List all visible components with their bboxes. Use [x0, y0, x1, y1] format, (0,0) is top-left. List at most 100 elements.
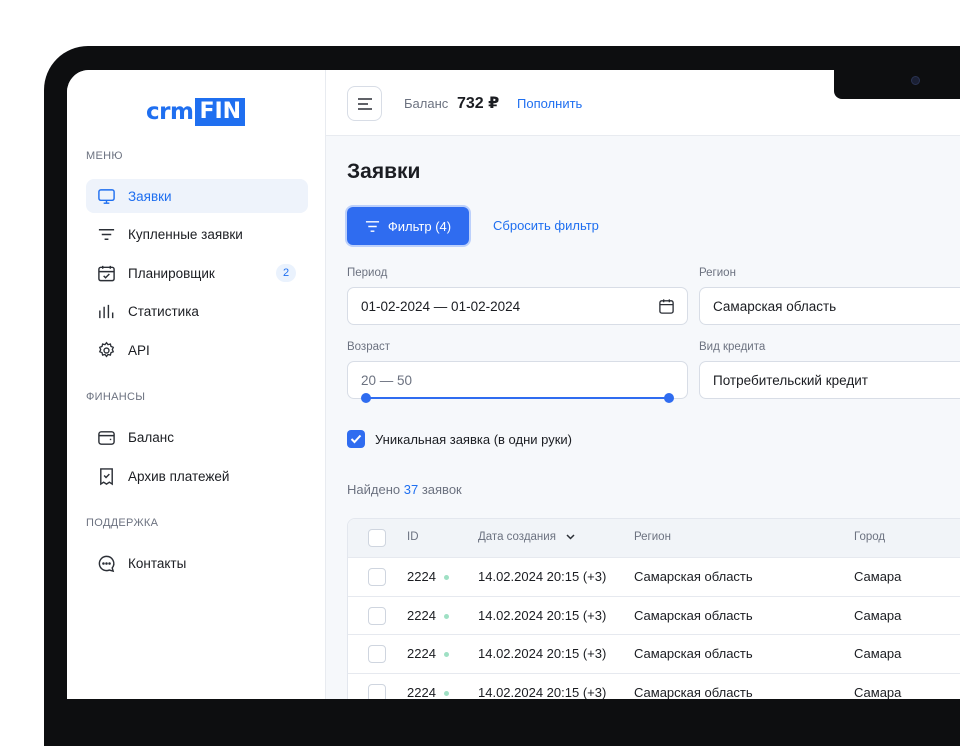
cell-city: Самара [854, 685, 902, 699]
chat-icon [96, 553, 116, 573]
row-checkbox[interactable] [368, 684, 386, 699]
logo-fin-text: FIN [195, 98, 246, 126]
row-checkbox[interactable] [368, 645, 386, 663]
table-header: ID Дата создания Регион Город [348, 519, 960, 557]
sidebar-item-label: Планировщик [128, 265, 215, 281]
cell-date: 14.02.2024 20:15 (+3) [478, 685, 607, 699]
age-range-field[interactable]: 20 — 50 [347, 361, 688, 399]
section-title-finance: ФИНАНСЫ [86, 391, 146, 403]
age-slider-max-handle[interactable] [664, 393, 674, 403]
calendar-check-icon [96, 263, 116, 283]
cell-id: 2224 [407, 569, 436, 584]
age-value: 20 — 50 [361, 372, 413, 388]
results-count: Найдено 37 заявок [347, 482, 462, 497]
filter-icon [365, 220, 379, 232]
sidebar-item-label: API [128, 342, 150, 358]
cell-date: 14.02.2024 20:15 (+3) [478, 646, 607, 661]
credit-type-label: Вид кредита [699, 341, 766, 353]
logo-crm-text: crm [146, 99, 194, 125]
cell-id: 2224 [407, 646, 436, 661]
camera-icon [911, 76, 920, 85]
topup-link[interactable]: Пополнить [517, 96, 582, 111]
sidebar-item-label: Контакты [128, 555, 187, 571]
region-label: Регион [699, 267, 736, 279]
filter-button[interactable]: Фильтр (4) [347, 207, 469, 245]
sidebar-item-planner[interactable]: Планировщик 2 [86, 256, 308, 290]
column-header-id[interactable]: ID [407, 531, 419, 543]
column-header-date[interactable]: Дата создания [478, 531, 556, 543]
section-title-support: ПОДДЕРЖКА [86, 517, 159, 529]
cell-region: Самарская область [634, 569, 753, 584]
age-label: Возраст [347, 341, 391, 353]
receipt-icon [96, 466, 116, 486]
filter-button-label: Фильтр (4) [387, 218, 452, 234]
column-header-region[interactable]: Регион [634, 531, 671, 543]
main-content: Баланс 732 ₽ Пополнить Заявки Фильтр (4)… [326, 70, 960, 699]
age-slider-min-handle[interactable] [361, 393, 371, 403]
cell-id: 2224 [407, 608, 436, 623]
sidebar-item-label: Статистика [128, 303, 199, 319]
sidebar-item-contacts[interactable]: Контакты [86, 546, 308, 580]
cell-city: Самара [854, 608, 902, 623]
region-select[interactable]: Самарская область [699, 287, 960, 325]
reset-filter-link[interactable]: Сбросить фильтр [493, 218, 599, 233]
table-row[interactable]: 2224 14.02.2024 20:15 (+3) Самарская обл… [348, 634, 960, 672]
filter-lines-icon [96, 224, 116, 244]
table-row[interactable]: 2224 14.02.2024 20:15 (+3) Самарская обл… [348, 557, 960, 595]
unique-request-label[interactable]: Уникальная заявка (в одни руки) [375, 432, 572, 447]
sidebar-item-purchased[interactable]: Купленные заявки [86, 217, 308, 251]
sidebar-item-statistics[interactable]: Статистика [86, 294, 308, 328]
cell-region: Самарская область [634, 646, 753, 661]
status-dot-icon [444, 652, 449, 657]
region-value: Самарская область [713, 298, 837, 314]
planner-count-badge: 2 [276, 264, 296, 282]
cell-city: Самара [854, 569, 902, 584]
found-prefix: Найдено [347, 482, 401, 497]
unique-request-checkbox[interactable] [347, 430, 365, 448]
select-all-checkbox[interactable] [368, 529, 386, 547]
cell-region: Самарская область [634, 685, 753, 699]
cell-id: 2224 [407, 685, 436, 699]
sidebar-item-requests[interactable]: Заявки [86, 179, 308, 213]
row-checkbox[interactable] [368, 568, 386, 586]
period-field[interactable]: 01-02-2024 — 01-02-2024 [347, 287, 688, 325]
wallet-icon [96, 427, 116, 447]
sidebar-item-balance[interactable]: Баланс [86, 420, 308, 454]
logo[interactable]: crm FIN [146, 97, 246, 127]
section-title-menu: МЕНЮ [86, 150, 123, 162]
sidebar-item-label: Купленные заявки [128, 226, 243, 242]
table-row[interactable]: 2224 14.02.2024 20:15 (+3) Самарская обл… [348, 673, 960, 699]
camera-notch [834, 46, 960, 99]
cell-date: 14.02.2024 20:15 (+3) [478, 569, 607, 584]
column-header-city[interactable]: Город [854, 531, 885, 543]
status-dot-icon [444, 575, 449, 580]
bar-chart-icon [96, 301, 116, 321]
status-dot-icon [444, 614, 449, 619]
sidebar-item-label: Архив платежей [128, 468, 230, 484]
menu-toggle-button[interactable] [347, 86, 382, 121]
sidebar-item-label: Заявки [128, 188, 172, 204]
sort-chevron-down-icon[interactable] [566, 534, 575, 540]
monitor-icon [96, 186, 116, 206]
sidebar-item-payment-archive[interactable]: Архив платежей [86, 459, 308, 493]
table-row[interactable]: 2224 14.02.2024 20:15 (+3) Самарская обл… [348, 596, 960, 634]
found-suffix: заявок [421, 482, 462, 497]
checkmark-icon [350, 434, 362, 444]
page-title: Заявки [347, 160, 421, 183]
cell-date: 14.02.2024 20:15 (+3) [478, 608, 607, 623]
app-screen: crm FIN МЕНЮ Заявки Купленные заявки Пла… [67, 70, 960, 699]
calendar-icon[interactable] [658, 298, 675, 315]
period-label: Период [347, 267, 388, 279]
age-slider-track[interactable] [367, 397, 669, 399]
status-dot-icon [444, 691, 449, 696]
row-checkbox[interactable] [368, 607, 386, 625]
gear-icon [96, 340, 116, 360]
sidebar-item-api[interactable]: API [86, 333, 308, 367]
requests-table: ID Дата создания Регион Город 2224 14.02… [347, 518, 960, 699]
period-value: 01-02-2024 — 01-02-2024 [361, 298, 521, 314]
credit-type-select[interactable]: Потребительский кредит [699, 361, 960, 399]
sidebar-item-label: Баланс [128, 429, 174, 445]
cell-region: Самарская область [634, 608, 753, 623]
balance-label: Баланс [404, 96, 449, 111]
balance-value: 732 ₽ [457, 95, 500, 112]
